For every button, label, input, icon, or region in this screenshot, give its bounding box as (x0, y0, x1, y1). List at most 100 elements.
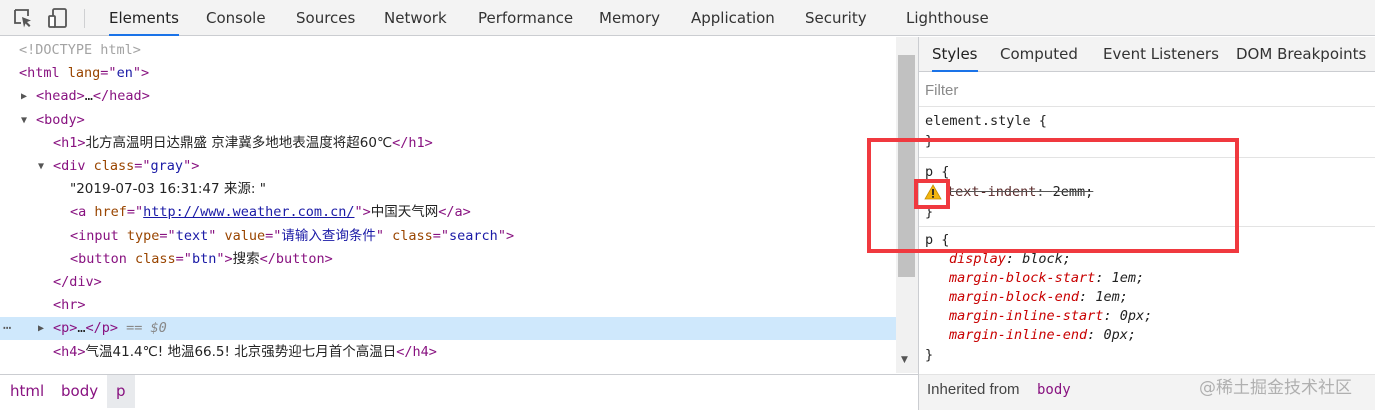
breadcrumb: html body p (0, 374, 918, 410)
scroll-down-arrow-icon[interactable]: ▼ (901, 355, 908, 365)
dom-node[interactable]: <h1>北方高温明日达鼎盛 京津冀多地地表温度将超60℃</h1> (0, 132, 896, 155)
dom-node[interactable]: <button class="btn">搜索</button> (0, 248, 896, 271)
markup-text: 气温41.4℃! 地温66.5! 北京强势迎七月首个高温日 (85, 343, 397, 360)
css-declaration[interactable]: margin-block-start: 1em; (949, 269, 1144, 288)
expand-arrow-icon[interactable]: ▼ (38, 155, 50, 178)
tab-memory[interactable]: Memory (599, 0, 660, 36)
tab-lighthouse[interactable]: Lighthouse (906, 0, 989, 36)
css-property: margin-inline-start (949, 308, 1104, 324)
styles-filter-input[interactable] (925, 78, 1365, 102)
watermark: @稀土掘金技术社区 (1199, 378, 1352, 398)
markup-tag: "> (216, 250, 233, 267)
dom-node[interactable]: "2019-07-03 16:31:47 来源: " (0, 178, 896, 201)
tab-network[interactable]: Network (384, 0, 447, 36)
markup-attr: class (135, 250, 176, 267)
scrollbar-thumb[interactable] (898, 55, 915, 277)
p-user-rule[interactable]: p { text-indent: 2emm; } (919, 159, 1375, 227)
dom-node-selected[interactable]: ⋯ ▶ <p>…</p> == $0 (0, 317, 896, 341)
invalid-declaration[interactable]: text-indent: 2emm; (947, 183, 1093, 202)
markup-eq: == $0 (118, 320, 167, 337)
inherited-from-tag[interactable]: body (1037, 382, 1071, 398)
collapse-arrow-icon[interactable]: ▶ (21, 85, 33, 108)
dom-node[interactable]: ▼ <body> (0, 109, 896, 132)
markup-tag: <a (70, 204, 95, 221)
markup-val: en (116, 65, 133, 82)
elements-tree[interactable]: <!DOCTYPE html> <html lang="en"> ▶ <head>…<… (0, 37, 896, 373)
markup-tag: </h1> (392, 134, 433, 151)
filter-bar (919, 73, 1375, 107)
dom-node[interactable]: <a href="http://www.weather.com.cn/">中国天… (0, 201, 896, 224)
styles-sidebar: Styles Computed Event Listeners DOM Breakpo… (918, 37, 1375, 410)
dom-node[interactable]: <!DOCTYPE html> (0, 39, 896, 62)
p-user-agent-rule[interactable]: p { display: block; margin-block-start: 1… (919, 228, 1375, 374)
markup-text: 北方高温明日达鼎盛 京津冀多地地表温度将超60℃ (85, 134, 393, 151)
breadcrumb-body[interactable]: body (52, 375, 107, 408)
dom-node[interactable]: </div> (0, 271, 896, 294)
device-toolbar-icon[interactable] (47, 7, 69, 29)
breadcrumb-html[interactable]: html (1, 375, 53, 408)
dom-node[interactable]: <hr> (0, 294, 896, 317)
tab-console[interactable]: Console (206, 0, 266, 36)
markup-attr: lang (67, 65, 101, 82)
tab-application[interactable]: Application (691, 0, 775, 36)
markup-tag: =" (134, 158, 151, 174)
markup-ellip: … (77, 320, 86, 337)
tab-sources[interactable]: Sources (296, 0, 355, 36)
dom-node-markup: <html lang="en"> (19, 62, 149, 85)
tab-security[interactable]: Security (805, 0, 867, 36)
dom-node-markup: <a href="http://www.weather.com.cn/">中国天… (70, 201, 471, 224)
markup-val: search (449, 227, 498, 244)
element-style-rule[interactable]: element.style { } (919, 108, 1375, 158)
inherited-label: Inherited from (927, 381, 1020, 398)
collapse-arrow-icon[interactable]: ▶ (38, 317, 50, 340)
breadcrumb-p[interactable]: p (107, 375, 135, 408)
dom-node[interactable]: <html lang="en"> (0, 62, 896, 85)
dom-node-markup: <body> (36, 109, 85, 132)
markup-tag: <h1> (53, 134, 86, 151)
markup-tag: </h4> (396, 343, 437, 360)
sidebar-tab-styles[interactable]: Styles (932, 37, 978, 72)
markup-tag: =" (126, 204, 144, 221)
elements-scrollbar[interactable]: ▼ (896, 37, 918, 373)
css-colon: : (1087, 327, 1104, 343)
markup-tag: </p> (85, 320, 119, 337)
dom-node[interactable]: ▶ <head>…</head> (0, 85, 896, 108)
markup-tag: </head> (92, 88, 150, 105)
sidebar-tab-event-listeners[interactable]: Event Listeners (1103, 37, 1219, 72)
dom-node[interactable]: ▼ <div class="gray"> (0, 155, 896, 178)
markup-tag: <input (70, 227, 127, 244)
css-declaration[interactable]: display: block; (949, 250, 1071, 269)
markup-tag: "> (497, 227, 515, 244)
css-declaration[interactable]: margin-inline-end: 0px; (949, 326, 1136, 345)
warning-icon[interactable] (924, 184, 942, 200)
css-property: text-indent (947, 184, 1037, 200)
dom-node[interactable]: <h4>气温41.4℃! 地温66.5! 北京强势迎七月首个高温日</h4> (0, 341, 896, 364)
expand-arrow-icon[interactable]: ▼ (21, 109, 33, 132)
css-colon: : (1005, 251, 1023, 267)
dom-node-markup: "2019-07-03 16:31:47 来源: " (70, 178, 266, 201)
markup-val: text (175, 227, 209, 244)
markup-tag: </button> (259, 250, 333, 267)
sidebar-tab-computed[interactable]: Computed (1000, 37, 1078, 72)
tab-performance[interactable]: Performance (478, 0, 573, 36)
markup-tag: <p> (53, 320, 78, 337)
markup-attr: href (94, 204, 127, 221)
markup-tag: =" (432, 227, 450, 244)
css-declaration[interactable]: margin-block-end: 1em; (949, 288, 1128, 307)
dom-node-markup: <input type="text" value="请输入查询条件" class… (70, 225, 514, 248)
markup-attr: class (93, 158, 135, 174)
markup-tag: " (375, 227, 393, 244)
markup-link[interactable]: http://www.weather.com.cn/ (143, 204, 354, 220)
sidebar-tab-dom-breakpoints[interactable]: DOM Breakpoints (1236, 37, 1366, 72)
rule-close-brace: } (925, 347, 934, 363)
css-value: 1em; (1111, 270, 1145, 286)
node-actions-icon[interactable]: ⋯ (3, 317, 12, 340)
css-value: 1em; (1095, 289, 1128, 305)
css-declaration[interactable]: margin-inline-start: 0px; (949, 307, 1152, 326)
tab-elements[interactable]: Elements (109, 0, 179, 36)
markup-tag: "> (183, 158, 200, 174)
rule-close-brace: } (925, 133, 934, 149)
dom-node[interactable]: <input type="text" value="请输入查询条件" class… (0, 225, 896, 248)
css-property: margin-block-start (949, 270, 1096, 286)
inspect-element-icon[interactable] (12, 7, 34, 29)
